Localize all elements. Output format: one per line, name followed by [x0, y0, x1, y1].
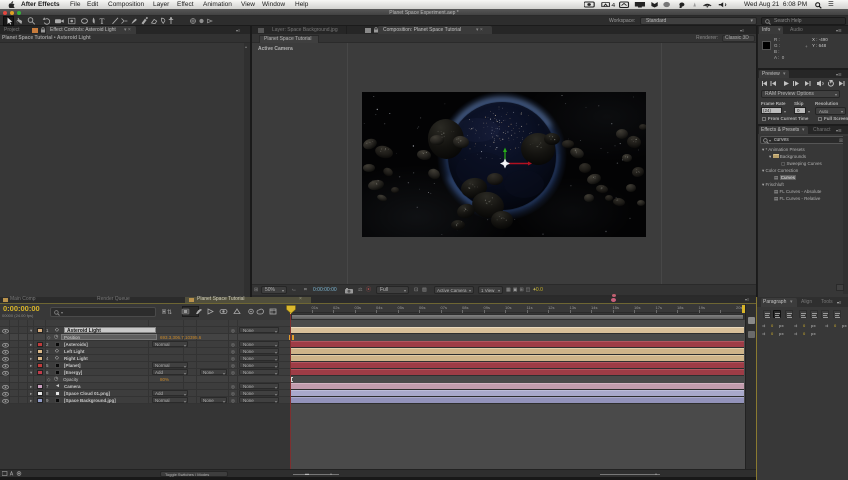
svg-text:⇅: ⇅: [167, 310, 172, 316]
svg-text:T: T: [100, 17, 105, 26]
svg-text:4: 4: [611, 3, 615, 8]
